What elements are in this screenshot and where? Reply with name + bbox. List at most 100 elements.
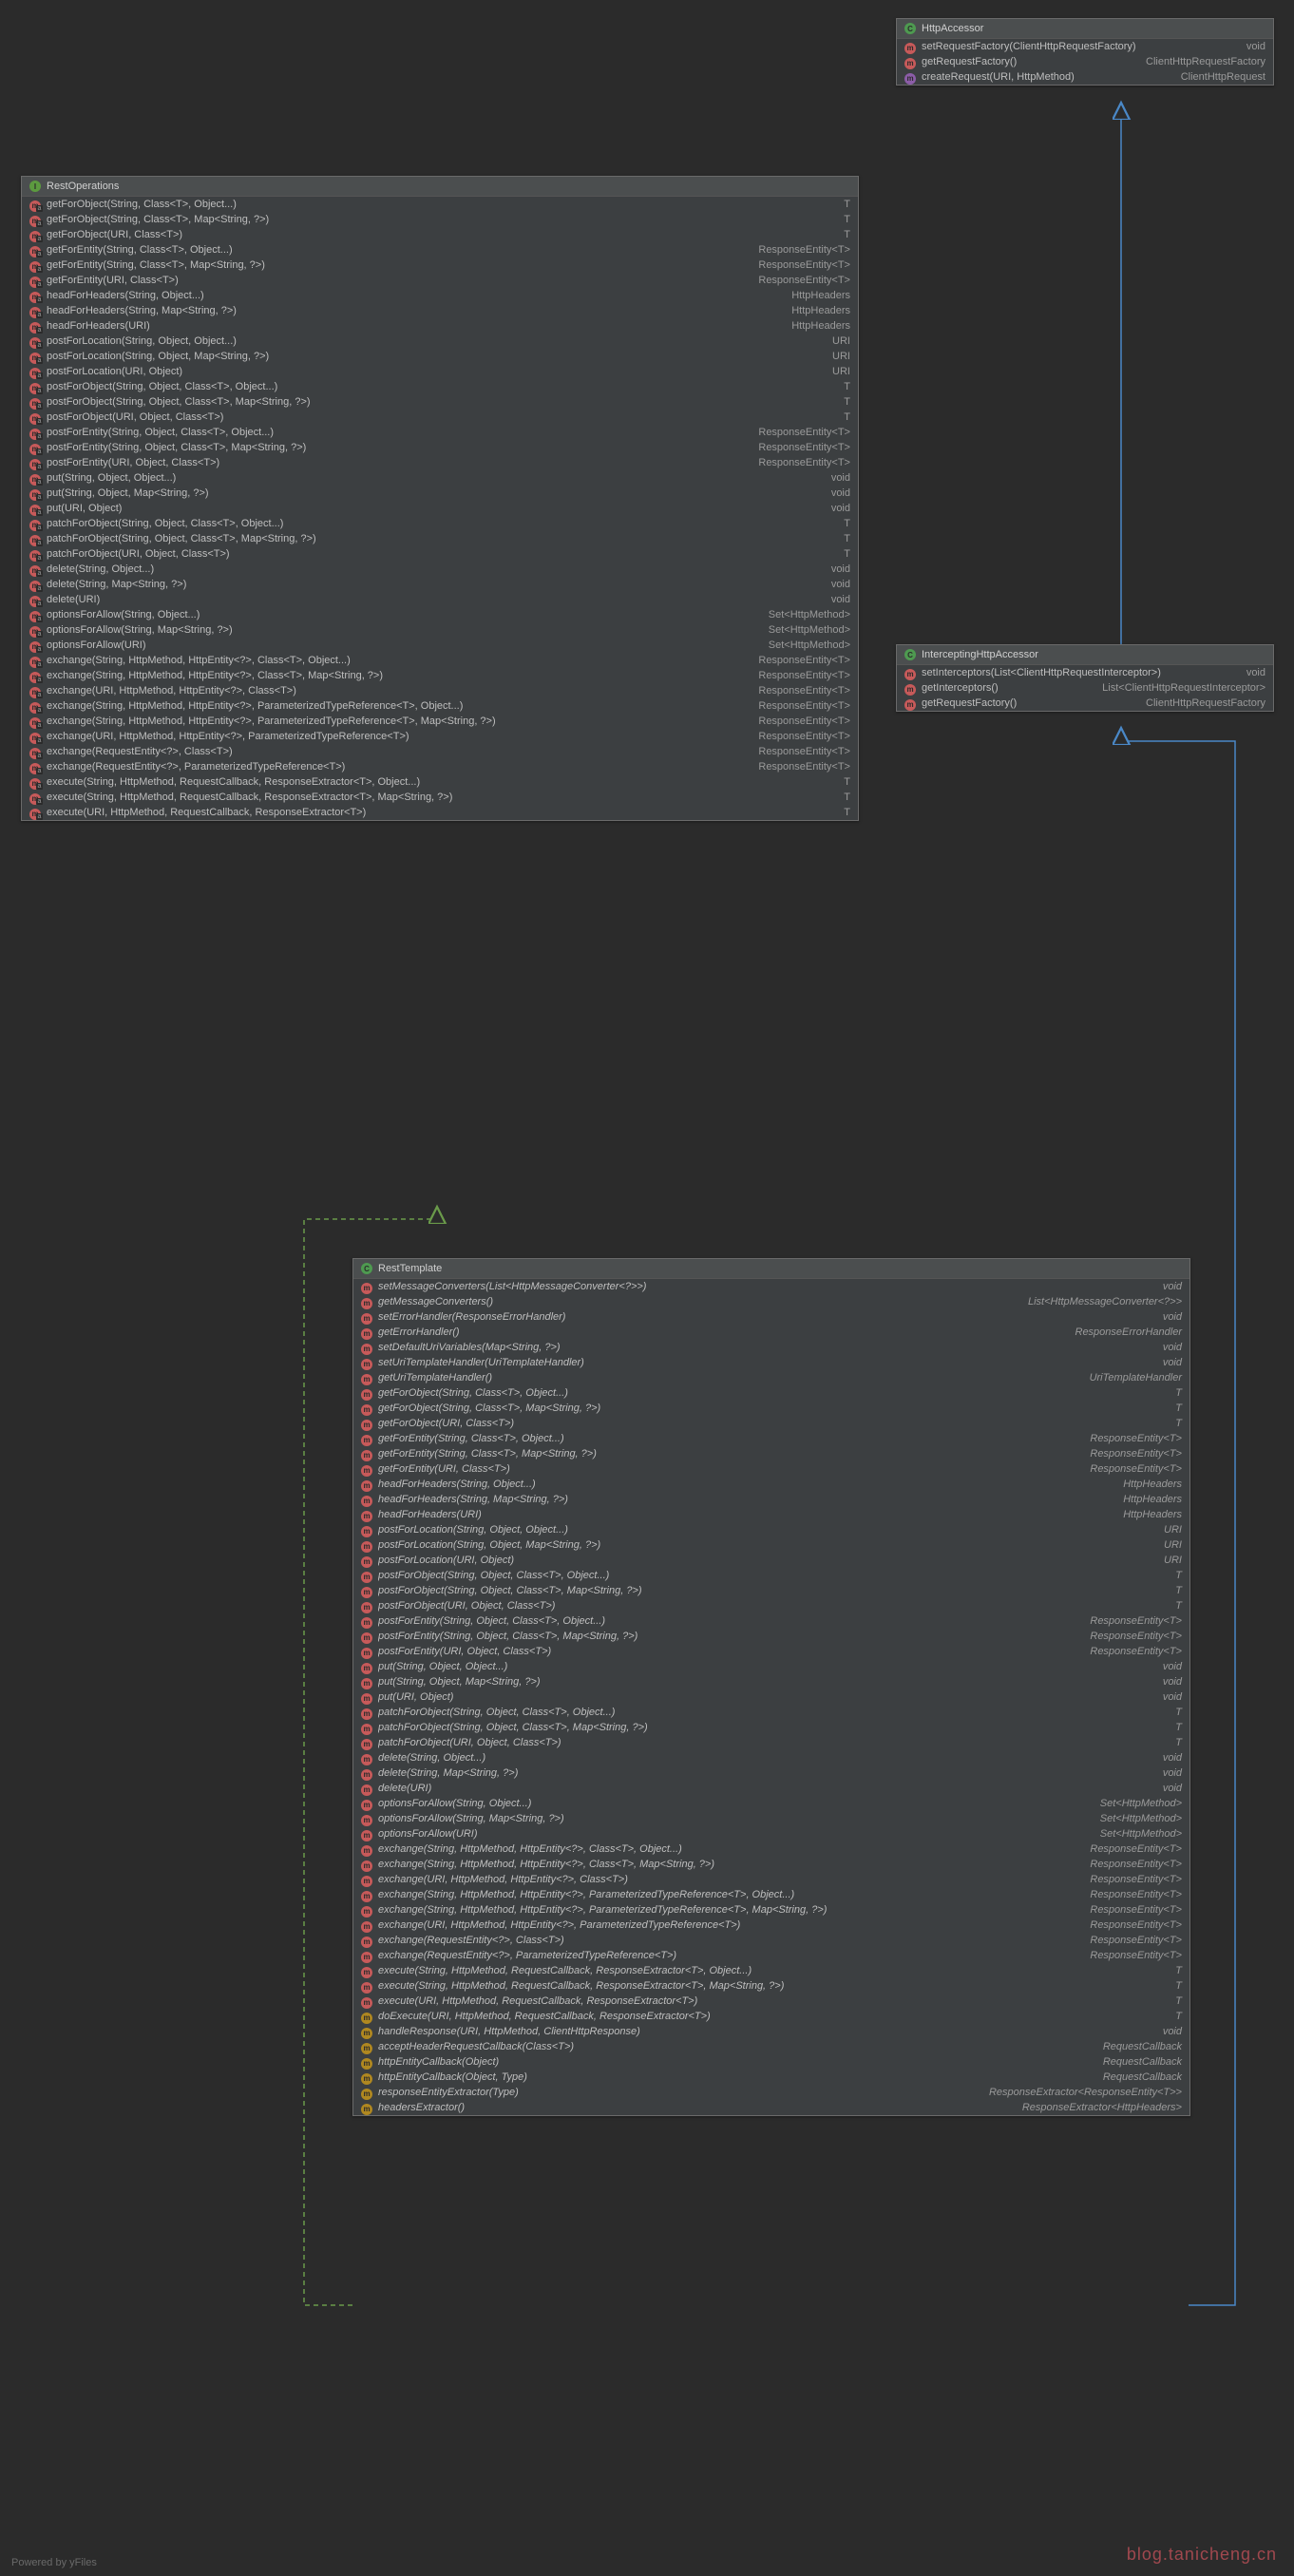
method-row[interactable]: maoptionsForAllow(URI)Set<HttpMethod> xyxy=(22,638,858,653)
method-row[interactable]: madelete(String, Object...)void xyxy=(22,562,858,577)
method-row[interactable]: mpostForEntity(URI, Object, Class<T>)Res… xyxy=(353,1644,1189,1659)
method-row[interactable]: mput(String, Object, Map<String, ?>)void xyxy=(353,1674,1189,1689)
method-row[interactable]: mgetForEntity(URI, Class<T>)ResponseEnti… xyxy=(353,1461,1189,1477)
method-row[interactable]: mpostForObject(String, Object, Class<T>,… xyxy=(353,1583,1189,1598)
method-row[interactable]: maoptionsForAllow(String, Map<String, ?>… xyxy=(22,622,858,638)
method-row[interactable]: moptionsForAllow(String, Object...)Set<H… xyxy=(353,1796,1189,1811)
method-row[interactable]: magetForEntity(URI, Class<T>)ResponseEnt… xyxy=(22,273,858,288)
method-row[interactable]: mapostForEntity(URI, Object, Class<T>)Re… xyxy=(22,455,858,470)
method-row[interactable]: maexchange(RequestEntity<?>, Class<T>)Re… xyxy=(22,744,858,759)
method-row[interactable]: maexchange(RequestEntity<?>, Parameteriz… xyxy=(22,759,858,774)
class-rest-template[interactable]: CRestTemplatemsetMessageConverters(List<… xyxy=(352,1258,1190,2116)
method-row[interactable]: mapostForLocation(String, Object, Map<St… xyxy=(22,349,858,364)
method-row[interactable]: mgetMessageConverters()List<HttpMessageC… xyxy=(353,1294,1189,1309)
method-row[interactable]: mpostForObject(String, Object, Class<T>,… xyxy=(353,1568,1189,1583)
method-row[interactable]: mexchange(String, HttpMethod, HttpEntity… xyxy=(353,1902,1189,1918)
method-row[interactable]: mpatchForObject(URI, Object, Class<T>)T xyxy=(353,1735,1189,1750)
method-row[interactable]: mput(String, Object, Object...)void xyxy=(353,1659,1189,1674)
method-row[interactable]: mdoExecute(URI, HttpMethod, RequestCallb… xyxy=(353,2009,1189,2024)
method-row[interactable]: magetForObject(String, Class<T>, Object.… xyxy=(22,197,858,212)
method-row[interactable]: mapatchForObject(URI, Object, Class<T>)T xyxy=(22,546,858,562)
method-row[interactable]: maput(String, Object, Map<String, ?>)voi… xyxy=(22,486,858,501)
method-row[interactable]: mhandleResponse(URI, HttpMethod, ClientH… xyxy=(353,2024,1189,2039)
method-row[interactable]: mexchange(URI, HttpMethod, HttpEntity<?>… xyxy=(353,1918,1189,1933)
method-row[interactable]: macceptHeaderRequestCallback(Class<T>)Re… xyxy=(353,2039,1189,2054)
method-row[interactable]: mgetRequestFactory()ClientHttpRequestFac… xyxy=(897,696,1273,711)
method-row[interactable]: msetMessageConverters(List<HttpMessageCo… xyxy=(353,1279,1189,1294)
class-intercepting-http-accessor[interactable]: CInterceptingHttpAccessormsetInterceptor… xyxy=(896,644,1274,712)
method-row[interactable]: msetErrorHandler(ResponseErrorHandler)vo… xyxy=(353,1309,1189,1325)
method-row[interactable]: mapatchForObject(String, Object, Class<T… xyxy=(22,531,858,546)
method-row[interactable]: mpostForEntity(String, Object, Class<T>,… xyxy=(353,1613,1189,1629)
method-row[interactable]: mexecute(String, HttpMethod, RequestCall… xyxy=(353,1978,1189,1994)
method-row[interactable]: mapostForEntity(String, Object, Class<T>… xyxy=(22,440,858,455)
method-row[interactable]: mpostForEntity(String, Object, Class<T>,… xyxy=(353,1629,1189,1644)
method-row[interactable]: mapostForObject(URI, Object, Class<T>)T xyxy=(22,410,858,425)
method-row[interactable]: mexchange(String, HttpMethod, HttpEntity… xyxy=(353,1841,1189,1857)
method-row[interactable]: maheadForHeaders(URI)HttpHeaders xyxy=(22,318,858,334)
method-row[interactable]: mgetErrorHandler()ResponseErrorHandler xyxy=(353,1325,1189,1340)
method-row[interactable]: maexchange(URI, HttpMethod, HttpEntity<?… xyxy=(22,683,858,698)
method-row[interactable]: magetForObject(URI, Class<T>)T xyxy=(22,227,858,242)
method-row[interactable]: mhttpEntityCallback(Object, Type)Request… xyxy=(353,2070,1189,2085)
method-row[interactable]: maoptionsForAllow(String, Object...)Set<… xyxy=(22,607,858,622)
method-row[interactable]: madelete(String, Map<String, ?>)void xyxy=(22,577,858,592)
method-row[interactable]: mapostForLocation(String, Object, Object… xyxy=(22,334,858,349)
method-row[interactable]: mexchange(String, HttpMethod, HttpEntity… xyxy=(353,1887,1189,1902)
method-row[interactable]: mdelete(String, Object...)void xyxy=(353,1750,1189,1765)
method-row[interactable]: maexchange(String, HttpMethod, HttpEntit… xyxy=(22,714,858,729)
method-row[interactable]: mapostForEntity(String, Object, Class<T>… xyxy=(22,425,858,440)
method-row[interactable]: moptionsForAllow(String, Map<String, ?>)… xyxy=(353,1811,1189,1826)
method-row[interactable]: msetInterceptors(List<ClientHttpRequestI… xyxy=(897,665,1273,680)
method-row[interactable]: msetUriTemplateHandler(UriTemplateHandle… xyxy=(353,1355,1189,1370)
method-row[interactable]: mheadersExtractor()ResponseExtractor<Htt… xyxy=(353,2100,1189,2115)
method-row[interactable]: madelete(URI)void xyxy=(22,592,858,607)
method-row[interactable]: mexchange(URI, HttpMethod, HttpEntity<?>… xyxy=(353,1872,1189,1887)
method-row[interactable]: mpostForObject(URI, Object, Class<T>)T xyxy=(353,1598,1189,1613)
method-row[interactable]: magetForObject(String, Class<T>, Map<Str… xyxy=(22,212,858,227)
method-row[interactable]: mapostForObject(String, Object, Class<T>… xyxy=(22,394,858,410)
method-row[interactable]: mpostForLocation(String, Object, Object.… xyxy=(353,1522,1189,1537)
method-row[interactable]: mgetRequestFactory()ClientHttpRequestFac… xyxy=(897,54,1273,69)
method-row[interactable]: maexchange(URI, HttpMethod, HttpEntity<?… xyxy=(22,729,858,744)
method-row[interactable]: maput(String, Object, Object...)void xyxy=(22,470,858,486)
method-row[interactable]: maheadForHeaders(String, Map<String, ?>)… xyxy=(22,303,858,318)
method-row[interactable]: mdelete(String, Map<String, ?>)void xyxy=(353,1765,1189,1781)
method-row[interactable]: mcreateRequest(URI, HttpMethod)ClientHtt… xyxy=(897,69,1273,85)
method-row[interactable]: mgetUriTemplateHandler()UriTemplateHandl… xyxy=(353,1370,1189,1385)
method-row[interactable]: maheadForHeaders(String, Object...)HttpH… xyxy=(22,288,858,303)
method-row[interactable]: mheadForHeaders(String, Map<String, ?>)H… xyxy=(353,1492,1189,1507)
method-row[interactable]: msetRequestFactory(ClientHttpRequestFact… xyxy=(897,39,1273,54)
method-row[interactable]: mexchange(String, HttpMethod, HttpEntity… xyxy=(353,1857,1189,1872)
interface-rest-operations[interactable]: IRestOperationsmagetForObject(String, Cl… xyxy=(21,176,859,821)
method-row[interactable]: mpostForLocation(String, Object, Map<Str… xyxy=(353,1537,1189,1553)
method-row[interactable]: mresponseEntityExtractor(Type)ResponseEx… xyxy=(353,2085,1189,2100)
method-row[interactable]: maexchange(String, HttpMethod, HttpEntit… xyxy=(22,698,858,714)
method-row[interactable]: mgetForObject(String, Class<T>, Map<Stri… xyxy=(353,1401,1189,1416)
method-row[interactable]: mhttpEntityCallback(Object)RequestCallba… xyxy=(353,2054,1189,2070)
method-row[interactable]: mapatchForObject(String, Object, Class<T… xyxy=(22,516,858,531)
method-row[interactable]: msetDefaultUriVariables(Map<String, ?>)v… xyxy=(353,1340,1189,1355)
method-row[interactable]: mexchange(RequestEntity<?>, Class<T>)Res… xyxy=(353,1933,1189,1948)
method-row[interactable]: moptionsForAllow(URI)Set<HttpMethod> xyxy=(353,1826,1189,1841)
method-row[interactable]: mgetForEntity(String, Class<T>, Object..… xyxy=(353,1431,1189,1446)
method-row[interactable]: mexecute(String, HttpMethod, RequestCall… xyxy=(353,1963,1189,1978)
method-row[interactable]: maexecute(String, HttpMethod, RequestCal… xyxy=(22,774,858,790)
method-row[interactable]: mexchange(RequestEntity<?>, Parameterize… xyxy=(353,1948,1189,1963)
method-row[interactable]: mapostForLocation(URI, Object)URI xyxy=(22,364,858,379)
method-row[interactable]: mpostForLocation(URI, Object)URI xyxy=(353,1553,1189,1568)
method-row[interactable]: mapostForObject(String, Object, Class<T>… xyxy=(22,379,858,394)
method-row[interactable]: mdelete(URI)void xyxy=(353,1781,1189,1796)
method-row[interactable]: mgetForEntity(String, Class<T>, Map<Stri… xyxy=(353,1446,1189,1461)
method-row[interactable]: mgetForObject(URI, Class<T>)T xyxy=(353,1416,1189,1431)
method-row[interactable]: mgetInterceptors()List<ClientHttpRequest… xyxy=(897,680,1273,696)
method-row[interactable]: mheadForHeaders(URI)HttpHeaders xyxy=(353,1507,1189,1522)
method-row[interactable]: maexecute(String, HttpMethod, RequestCal… xyxy=(22,790,858,805)
method-row[interactable]: mput(URI, Object)void xyxy=(353,1689,1189,1705)
method-row[interactable]: magetForEntity(String, Class<T>, Map<Str… xyxy=(22,258,858,273)
method-row[interactable]: mheadForHeaders(String, Object...)HttpHe… xyxy=(353,1477,1189,1492)
class-http-accessor[interactable]: CHttpAccessormsetRequestFactory(ClientHt… xyxy=(896,18,1274,86)
method-row[interactable]: mexecute(URI, HttpMethod, RequestCallbac… xyxy=(353,1994,1189,2009)
method-row[interactable]: maput(URI, Object)void xyxy=(22,501,858,516)
method-row[interactable]: mgetForObject(String, Class<T>, Object..… xyxy=(353,1385,1189,1401)
